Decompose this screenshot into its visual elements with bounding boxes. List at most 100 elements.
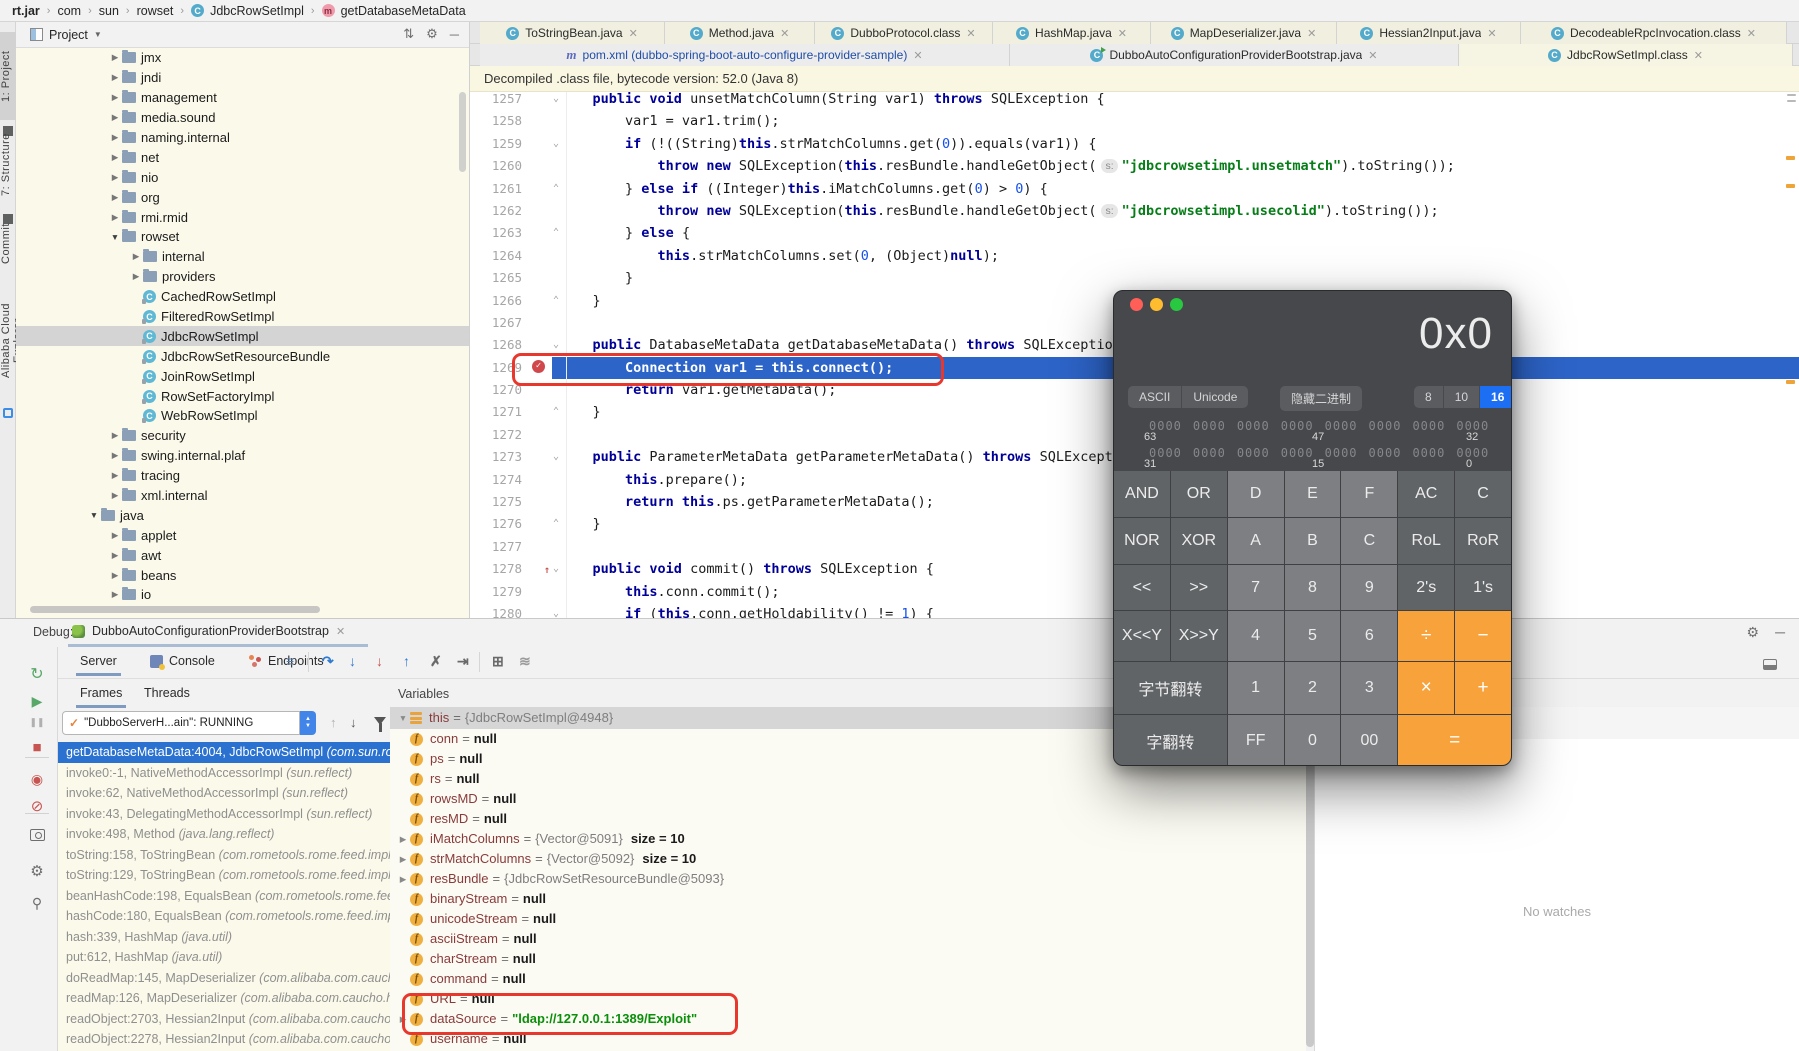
variable-URL[interactable]: fURL=null xyxy=(390,989,1306,1009)
breadcrumb-item[interactable]: rowset xyxy=(137,4,174,18)
stack-frame[interactable]: readObject:2278, Hessian2Input (com.alib… xyxy=(58,1029,390,1050)
variable-resBundle[interactable]: ▶fresBundle={JdbcRowSetResourceBundle@50… xyxy=(390,869,1306,889)
variable-command[interactable]: fcommand=null xyxy=(390,969,1306,989)
tree-item-JdbcRowSetResourceBundle[interactable]: CJdbcRowSetResourceBundle xyxy=(16,346,469,366)
calc-button-D[interactable]: D xyxy=(1228,471,1284,517)
stripe-mark[interactable] xyxy=(1787,100,1796,102)
editor-tab-ToStringBean-java[interactable]: CToStringBean.java✕ xyxy=(480,22,665,44)
calc-button-_[interactable]: + xyxy=(1455,662,1511,714)
calc-button-4[interactable]: 4 xyxy=(1228,611,1284,661)
chevron-down-icon[interactable]: ▼ xyxy=(94,30,102,39)
calc-button-FF[interactable]: FF xyxy=(1228,715,1284,766)
calc-button-0[interactable]: 0 xyxy=(1285,715,1341,766)
chevron-collapsed-icon[interactable]: ▶ xyxy=(129,251,143,262)
mute-breakpoints-icon[interactable]: ⊘ xyxy=(16,797,58,815)
settings-icon[interactable]: ⚙ xyxy=(16,862,58,880)
calc-button-3[interactable]: 3 xyxy=(1341,662,1397,714)
tree-item-internal[interactable]: ▶internal xyxy=(16,247,469,267)
breadcrumb-item[interactable]: com xyxy=(57,4,81,18)
tree-item-org[interactable]: ▶org xyxy=(16,187,469,207)
stack-frame[interactable]: invoke:498, Method (java.lang.reflect) xyxy=(58,824,390,845)
chevron-collapsed-icon[interactable]: ▶ xyxy=(108,530,122,541)
chevron-collapsed-icon[interactable]: ▶ xyxy=(108,72,122,83)
filter-icon[interactable] xyxy=(374,717,386,725)
calc-button-X__Y[interactable]: X<<Y xyxy=(1114,611,1170,661)
chevron-collapsed-icon[interactable]: ▶ xyxy=(129,271,143,282)
step-over-icon[interactable]: ↷ xyxy=(322,653,334,670)
variable-charStream[interactable]: fcharStream=null xyxy=(390,949,1306,969)
debug-session-tab[interactable]: DubboAutoConfigurationProviderBootstrap … xyxy=(72,624,345,638)
chevron-collapsed-icon[interactable]: ▶ xyxy=(108,212,122,223)
chevron-collapsed-icon[interactable]: ▶ xyxy=(108,152,122,163)
calc-button-6[interactable]: 6 xyxy=(1341,611,1397,661)
hide-binary-button[interactable]: 隐藏二进制 xyxy=(1280,386,1362,411)
calc-button-9[interactable]: 9 xyxy=(1341,565,1397,611)
chevron-collapsed-icon[interactable]: ▶ xyxy=(396,1009,410,1029)
calc-button-RoL[interactable]: RoL xyxy=(1398,518,1454,564)
tree-item-nio[interactable]: ▶nio xyxy=(16,167,469,187)
layout-settings-icon[interactable]: ≋ xyxy=(519,653,531,670)
breadcrumb-item[interactable]: CJdbcRowSetImpl xyxy=(191,4,304,18)
evaluate-expression-icon[interactable]: ⊞ xyxy=(492,653,504,670)
calc-button-___[interactable]: 字翻转 xyxy=(1114,715,1227,766)
force-step-into-icon[interactable]: ↓ xyxy=(376,653,383,669)
editor-tab-DecodeableRpcInvocation-class[interactable]: CDecodeableRpcInvocation.class✕ xyxy=(1521,22,1787,44)
stripe-warning-mark[interactable] xyxy=(1786,184,1795,188)
stack-frame[interactable]: invoke0:-1, NativeMethodAccessorImpl (su… xyxy=(58,763,390,784)
tree-item-media-sound[interactable]: ▶media.sound xyxy=(16,108,469,128)
calc-button-2_s[interactable]: 2's xyxy=(1398,565,1454,611)
stack-frame[interactable]: beanHashCode:198, EqualsBean (com.rometo… xyxy=(58,886,390,907)
tree-item-io[interactable]: ▶io xyxy=(16,585,469,605)
view-tab-console[interactable]: Console xyxy=(150,654,215,668)
stack-frame[interactable]: hashCode:180, EqualsBean (com.rometools.… xyxy=(58,906,390,927)
stripe-warning-mark[interactable] xyxy=(1786,380,1795,384)
toolbar-menu-icon[interactable]: ≡ xyxy=(286,653,294,669)
base-16-button[interactable]: 16 xyxy=(1480,386,1512,408)
collapse-all-icon[interactable]: ⇅ xyxy=(403,26,414,42)
variable-unicodeStream[interactable]: funicodeStream=null xyxy=(390,909,1306,929)
variable-username[interactable]: fusername=null xyxy=(390,1029,1306,1049)
calc-button-C[interactable]: C xyxy=(1341,518,1397,564)
chevron-collapsed-icon[interactable]: ▶ xyxy=(108,172,122,183)
pin-icon[interactable]: ⚲ xyxy=(16,895,58,912)
chevron-collapsed-icon[interactable]: ▶ xyxy=(396,849,410,869)
tree-item-beans[interactable]: ▶beans xyxy=(16,565,469,585)
calc-button-X__Y[interactable]: X>>Y xyxy=(1171,611,1227,661)
tool-window-button-alibaba-cloud-explorer[interactable]: Alibaba Cloud Explorer xyxy=(0,280,16,402)
calc-button-_[interactable]: × xyxy=(1398,662,1454,714)
close-icon[interactable]: ✕ xyxy=(1118,27,1127,40)
chevron-collapsed-icon[interactable]: ▶ xyxy=(108,550,122,561)
chevron-collapsed-icon[interactable]: ▶ xyxy=(108,450,122,461)
frames-tab-frames[interactable]: Frames xyxy=(80,686,122,700)
stack-frame[interactable]: put:612, HashMap (java.util) xyxy=(58,947,390,968)
calc-button-F[interactable]: F xyxy=(1341,471,1397,517)
view-tab-server[interactable]: Server xyxy=(80,654,117,668)
frames-tab-threads[interactable]: Threads xyxy=(144,686,190,700)
run-to-cursor-icon[interactable]: ⇥ xyxy=(457,653,469,670)
view-breakpoints-icon[interactable]: ◉ xyxy=(16,771,58,788)
calc-button-5[interactable]: 5 xyxy=(1285,611,1341,661)
stack-frame[interactable]: invoke:43, DelegatingMethodAccessorImpl … xyxy=(58,804,390,825)
hide-panel-icon[interactable]: ─ xyxy=(1775,624,1785,641)
calc-button-C[interactable]: C xyxy=(1455,471,1511,517)
calc-button-____[interactable]: 字节翻转 xyxy=(1114,662,1227,714)
stack-frame[interactable]: readMap:126, MapDeserializer (com.alibab… xyxy=(58,988,390,1009)
tree-item-providers[interactable]: ▶providers xyxy=(16,267,469,287)
mode-ascii-button[interactable]: ASCII xyxy=(1128,386,1182,408)
close-icon[interactable]: ✕ xyxy=(1487,27,1496,40)
calc-button-XOR[interactable]: XOR xyxy=(1171,518,1227,564)
tree-item-FilteredRowSetImpl[interactable]: CFilteredRowSetImpl xyxy=(16,307,469,327)
tree-item-jmx[interactable]: ▶jmx xyxy=(16,48,469,68)
chevron-collapsed-icon[interactable]: ▶ xyxy=(108,52,122,63)
thread-stepper[interactable]: ▲▼ xyxy=(300,711,316,735)
tree-item-management[interactable]: ▶management xyxy=(16,88,469,108)
stack-frame[interactable]: hash:339, HashMap (java.util) xyxy=(58,927,390,948)
calc-button-AND[interactable]: AND xyxy=(1114,471,1170,517)
chevron-expanded-icon[interactable]: ▼ xyxy=(108,232,122,242)
variable-strMatchColumns[interactable]: ▶fstrMatchColumns={Vector@5092}size = 10 xyxy=(390,849,1306,869)
chevron-collapsed-icon[interactable]: ▶ xyxy=(108,132,122,143)
editor-tab-Hessian2Input-java[interactable]: CHessian2Input.java✕ xyxy=(1337,22,1521,44)
calc-button-7[interactable]: 7 xyxy=(1228,565,1284,611)
override-gutter-icon[interactable] xyxy=(532,561,548,577)
tree-item-rmi-rmid[interactable]: ▶rmi.rmid xyxy=(16,207,469,227)
